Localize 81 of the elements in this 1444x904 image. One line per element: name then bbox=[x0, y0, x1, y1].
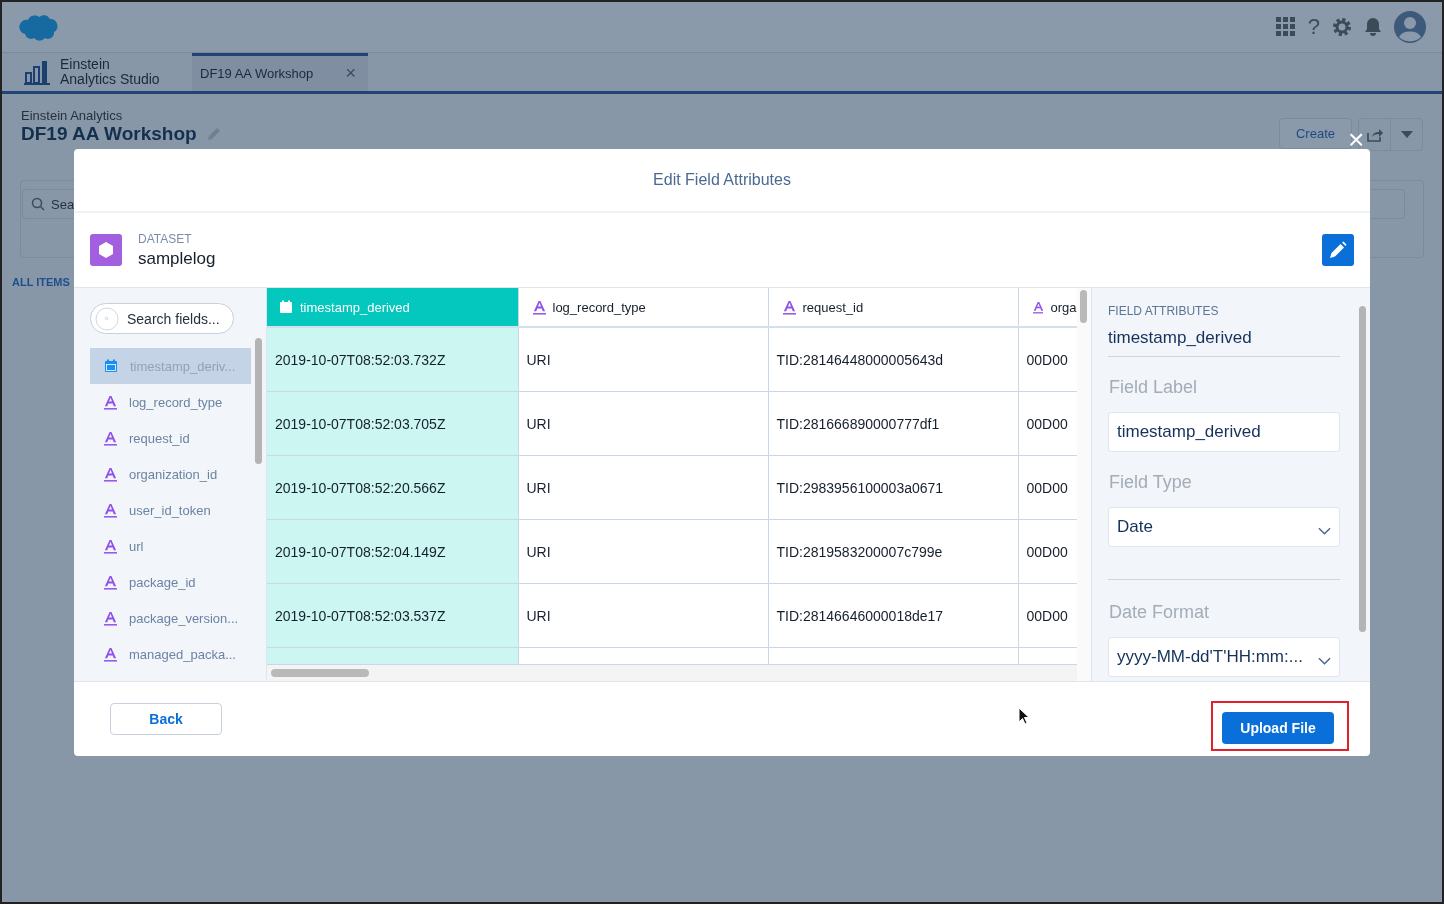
column-header[interactable]: timestamp_derived bbox=[267, 288, 518, 327]
field-list-item[interactable]: user_id_token bbox=[90, 492, 251, 528]
search-icon bbox=[31, 197, 45, 211]
table-cell: URI bbox=[518, 519, 768, 584]
scrollbar[interactable] bbox=[1080, 290, 1087, 323]
table-cell: TID:281666890000777df1 bbox=[768, 391, 1018, 456]
text-type-icon bbox=[104, 574, 117, 590]
date-format-select[interactable]: yyyy-MM-dd'T'HH:mm:... bbox=[1108, 637, 1340, 677]
dataset-icon bbox=[90, 234, 122, 266]
app-grid-icon[interactable] bbox=[1275, 17, 1296, 37]
text-type-icon bbox=[532, 299, 546, 315]
table-cell: URI bbox=[518, 327, 768, 392]
search-fields-input[interactable]: Search fields... bbox=[90, 303, 234, 334]
field-list-item[interactable]: package_version... bbox=[90, 600, 251, 636]
scrollbar[interactable] bbox=[255, 338, 262, 464]
edit-button[interactable] bbox=[1322, 234, 1354, 266]
field-list-item[interactable]: url bbox=[90, 528, 251, 564]
text-type-icon bbox=[104, 538, 117, 554]
tab-label: DF19 AA Workshop bbox=[200, 66, 314, 81]
table-cell: URI bbox=[518, 455, 768, 520]
dialog-title: Edit Field Attributes bbox=[74, 149, 1370, 213]
field-label-input[interactable]: timestamp_derived bbox=[1108, 412, 1340, 452]
field-name: timestamp_derived bbox=[1108, 318, 1340, 357]
page-subtitle: Einstein Analytics bbox=[21, 108, 124, 123]
field-list-item[interactable]: request_id bbox=[90, 420, 251, 456]
share-icon[interactable] bbox=[1366, 127, 1383, 142]
field-list-item[interactable]: organization_id bbox=[90, 456, 251, 492]
table-cell: 2019-10-07T08:52:03.537Z bbox=[267, 583, 518, 648]
field-caption: Date Format bbox=[1109, 602, 1211, 623]
text-type-icon bbox=[104, 466, 117, 482]
text-type-icon bbox=[104, 610, 117, 626]
app-name: Einstein Analytics Studio bbox=[60, 57, 160, 87]
settings-icon[interactable] bbox=[1332, 17, 1352, 37]
field-list-item[interactable]: managed_packa... bbox=[90, 636, 251, 672]
column-header[interactable]: log_record_type bbox=[518, 288, 768, 327]
text-type-icon bbox=[104, 430, 117, 446]
table-cell: TID:28146448000005643d bbox=[768, 327, 1018, 392]
table-cell: URI bbox=[518, 583, 768, 648]
calendar-icon bbox=[104, 359, 118, 373]
help-icon[interactable]: ? bbox=[1307, 16, 1320, 38]
field-caption: Field Type bbox=[1109, 472, 1193, 493]
page-title: DF19 AA Workshop bbox=[21, 123, 197, 145]
text-type-icon bbox=[1032, 299, 1044, 315]
bell-icon[interactable] bbox=[1364, 17, 1382, 37]
field-type-select[interactable]: Date bbox=[1108, 507, 1340, 547]
search-icon bbox=[95, 306, 119, 331]
close-icon[interactable]: × bbox=[345, 63, 356, 84]
avatar-icon[interactable] bbox=[1394, 11, 1426, 43]
field-list-item[interactable]: log_record_type bbox=[90, 384, 251, 420]
pencil-icon bbox=[1329, 241, 1347, 259]
panel-heading: FIELD ATTRIBUTES bbox=[1108, 304, 1220, 318]
text-type-icon bbox=[782, 299, 796, 315]
column-header[interactable]: request_id bbox=[768, 288, 1018, 327]
dataset-name: samplelog bbox=[138, 248, 216, 269]
text-type-icon bbox=[104, 502, 117, 518]
text-type-icon bbox=[104, 394, 117, 410]
table-cell: TID:2983956100003a0671 bbox=[768, 455, 1018, 520]
scrollbar[interactable] bbox=[1359, 306, 1366, 632]
field-list-item[interactable]: package_id bbox=[90, 564, 251, 600]
workspace-tab[interactable]: DF19 AA Workshop × bbox=[192, 53, 368, 91]
table-cell: 2019-10-07T08:52:03.705Z bbox=[267, 391, 518, 456]
calendar-icon bbox=[279, 300, 293, 314]
cloud-logo bbox=[18, 12, 60, 42]
back-button[interactable]: Back bbox=[110, 703, 222, 735]
table-cell: 2019-10-07T08:52:04.149Z bbox=[267, 519, 518, 584]
caret-icon[interactable] bbox=[1400, 130, 1413, 139]
upload-file-button[interactable]: Upload File bbox=[1222, 712, 1334, 744]
chevron-down-icon bbox=[1318, 657, 1331, 665]
table-cell: 2019-10-07T08:52:03.732Z bbox=[267, 327, 518, 392]
chevron-down-icon bbox=[1318, 527, 1331, 535]
table-cell: URI bbox=[518, 391, 768, 456]
mouse-cursor-icon bbox=[1018, 707, 1030, 725]
table-cell: TID:28146646000018de17 bbox=[768, 583, 1018, 648]
scrollbar[interactable] bbox=[271, 669, 369, 677]
table-cell: TID:2819583200007c799e bbox=[768, 519, 1018, 584]
app-launcher[interactable]: Einstein Analytics Studio bbox=[2, 53, 192, 91]
table-cell: 2019-10-07T08:52:20.566Z bbox=[267, 455, 518, 520]
field-caption: Field Label bbox=[1109, 377, 1199, 398]
text-type-icon bbox=[104, 646, 117, 662]
bar-chart-icon bbox=[24, 59, 50, 85]
dataset-label: DATASET bbox=[138, 231, 193, 246]
